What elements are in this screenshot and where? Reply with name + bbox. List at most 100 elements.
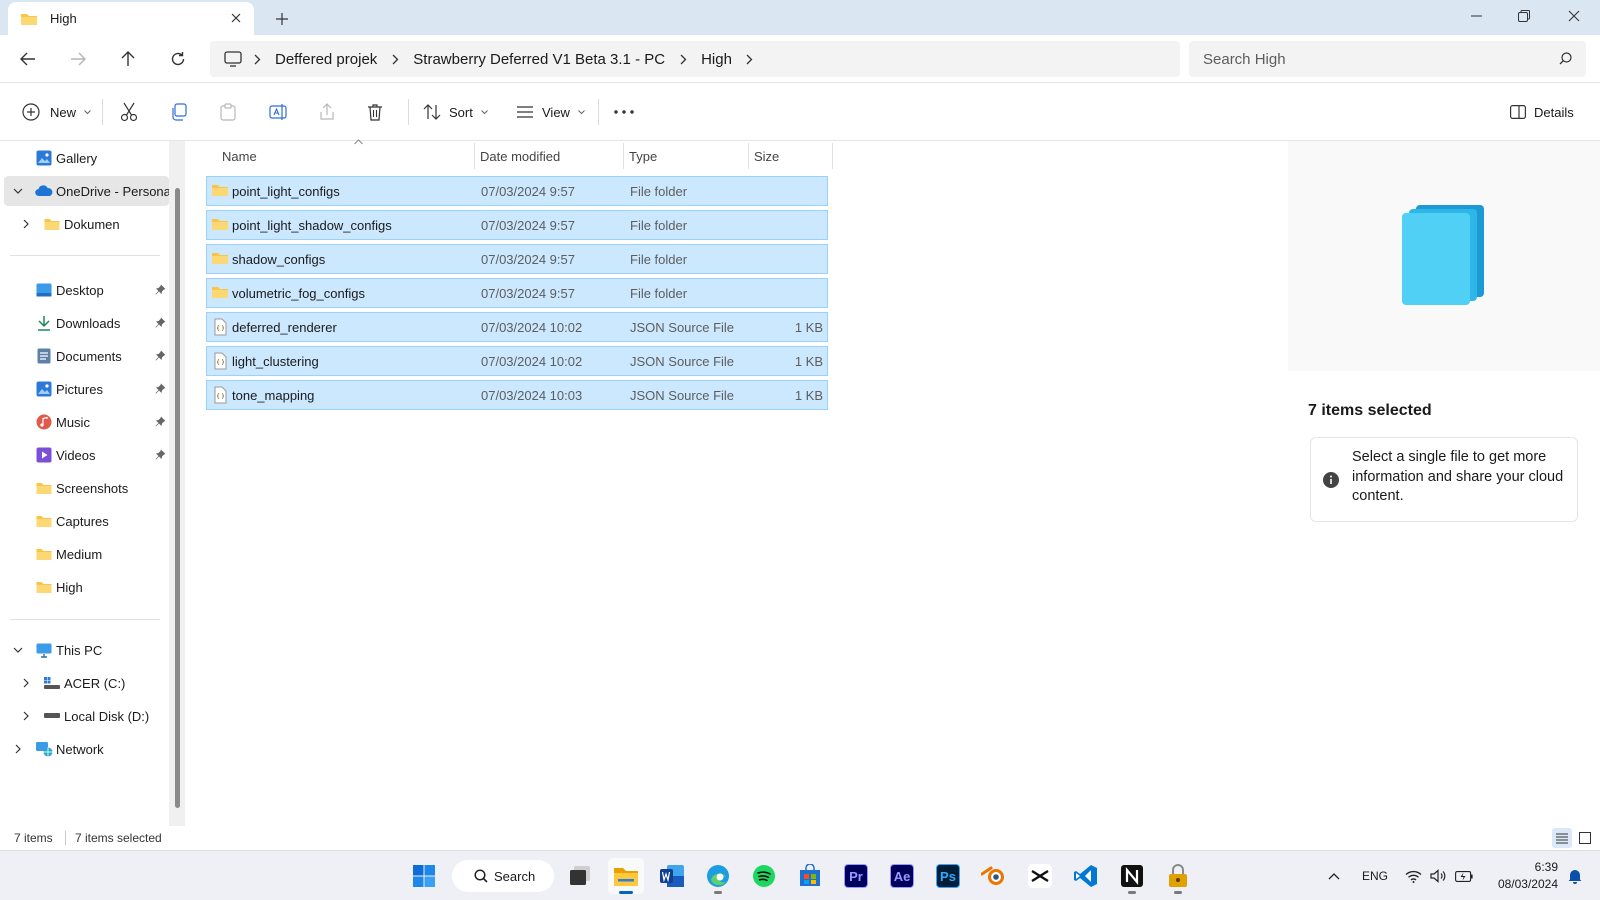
premiere-pro-app[interactable]: Pr [838,858,874,894]
chevron-right-icon[interactable] [389,53,401,65]
restore-button[interactable] [1501,0,1547,32]
up-button[interactable] [114,47,142,71]
pin-icon[interactable] [155,317,167,329]
sidebar-item-desktop[interactable]: Desktop [4,275,169,305]
search-icon[interactable] [1559,52,1572,65]
chevron-right-icon[interactable] [12,743,24,755]
system-clock[interactable]: 6:39 08/03/2024 [1486,859,1558,893]
sidebar-item-this-pc[interactable]: This PC [4,635,169,665]
spotify-app[interactable] [746,858,782,894]
back-button[interactable] [14,47,42,71]
volume-status[interactable] [1430,851,1446,900]
sidebar-item-documents[interactable]: Documents [4,341,169,371]
forward-button[interactable] [64,47,92,71]
search-box[interactable] [1189,41,1586,77]
tab-high[interactable]: High [8,2,254,35]
show-hidden-icons-button[interactable] [1328,851,1340,900]
sidebar-item-videos[interactable]: Videos [4,440,169,470]
language-indicator[interactable]: ENG [1362,851,1388,900]
vscode-app[interactable] [1068,858,1104,894]
chevron-right-icon[interactable] [677,53,689,65]
pin-icon[interactable] [155,449,167,461]
wifi-status[interactable] [1405,851,1422,900]
sidebar-item-onedrive[interactable]: OneDrive - Personal [4,176,169,206]
breadcrumb-deffered-projek[interactable]: Deffered projek [275,51,377,68]
sidebar-item-screenshots[interactable]: Screenshots [4,473,169,503]
sidebar-item-dokumen[interactable]: Dokumen [4,209,169,239]
column-header-type[interactable]: Type [623,141,748,171]
sidebar-item-downloads[interactable]: Downloads [4,308,169,338]
sort-button[interactable]: Sort [423,99,488,125]
locked-app[interactable] [1160,858,1196,894]
chevron-right-icon[interactable] [20,677,32,689]
table-row[interactable]: volumetric_fog_configs 07/03/2024 9:57 F… [206,278,828,308]
column-header-date[interactable]: Date modified [474,141,623,171]
table-row[interactable]: point_light_shadow_configs 07/03/2024 9:… [206,210,828,240]
table-row[interactable]: shadow_configs 07/03/2024 9:57 File fold… [206,244,828,274]
delete-button[interactable] [367,99,383,125]
cut-button[interactable] [120,99,138,125]
view-button[interactable]: View [516,99,585,125]
address-bar[interactable]: Deffered projek Strawberry Deferred V1 B… [210,41,1180,77]
rename-button[interactable] [269,99,287,125]
table-row[interactable]: tone_mapping 07/03/2024 10:03 JSON Sourc… [206,380,828,410]
word-app[interactable] [654,858,690,894]
chevron-down-icon[interactable] [12,185,24,197]
taskbar-search[interactable]: Search [452,860,554,892]
chevron-right-icon[interactable] [20,710,32,722]
chevron-right-icon[interactable] [744,53,756,65]
column-header-name[interactable]: Name [216,139,474,171]
paste-button[interactable] [220,99,236,125]
column-header-size[interactable]: Size [748,141,832,171]
file-explorer-app[interactable] [608,858,644,894]
table-row[interactable]: light_clustering 07/03/2024 10:02 JSON S… [206,346,828,376]
notion-app[interactable] [1114,858,1150,894]
sidebar-item-music[interactable]: Music [4,407,169,437]
details-view-toggle[interactable] [1552,828,1572,848]
after-effects-app[interactable]: Ae [884,858,920,894]
sidebar-item-high[interactable]: High [4,572,169,602]
edge-app[interactable] [700,858,736,894]
pin-icon[interactable] [155,383,167,395]
column-divider[interactable] [832,143,833,169]
share-button[interactable] [318,99,336,125]
sidebar-scrollbar-thumb[interactable] [175,188,180,808]
chevron-down-icon[interactable] [12,644,24,656]
start-button[interactable] [406,858,442,894]
photoshop-app[interactable]: Ps [930,858,966,894]
sidebar-item-gallery[interactable]: Gallery [4,143,169,173]
battery-status[interactable] [1455,851,1473,900]
chevron-right-icon[interactable] [20,218,32,230]
sidebar-item-pictures[interactable]: Pictures [4,374,169,404]
table-row[interactable]: point_light_configs 07/03/2024 9:57 File… [206,176,828,206]
details-button[interactable]: Details [1510,99,1574,125]
breadcrumb-high[interactable]: High [701,51,732,68]
minimize-button[interactable] [1453,0,1499,32]
copy-button[interactable] [170,99,188,125]
pin-icon[interactable] [155,284,167,296]
pin-icon[interactable] [155,350,167,362]
task-view-button[interactable] [562,858,598,894]
capcut-app[interactable] [1022,858,1058,894]
more-options-button[interactable] [614,99,634,125]
new-button[interactable]: New [22,99,91,125]
share-icon [318,103,336,121]
sidebar-item-local-disk-d[interactable]: Local Disk (D:) [4,701,169,731]
sidebar-item-network[interactable]: Network [4,734,169,764]
sidebar-item-captures[interactable]: Captures [4,506,169,536]
large-icons-view-toggle[interactable] [1575,828,1595,848]
sidebar-item-medium[interactable]: Medium [4,539,169,569]
sidebar-item-acer-c[interactable]: ACER (C:) [4,668,169,698]
notification-center-button[interactable] [1568,851,1582,900]
store-app[interactable] [792,858,828,894]
table-row[interactable]: deferred_renderer 07/03/2024 10:02 JSON … [206,312,828,342]
close-tab-icon[interactable] [228,10,244,26]
breadcrumb-strawberry-deferred[interactable]: Strawberry Deferred V1 Beta 3.1 - PC [413,51,665,68]
close-window-button[interactable] [1551,0,1597,32]
refresh-button[interactable] [164,47,192,71]
blender-app[interactable] [976,858,1012,894]
chevron-right-icon[interactable] [251,53,263,65]
new-tab-button[interactable] [272,9,292,29]
pin-icon[interactable] [155,416,167,428]
search-input[interactable] [1203,50,1543,68]
